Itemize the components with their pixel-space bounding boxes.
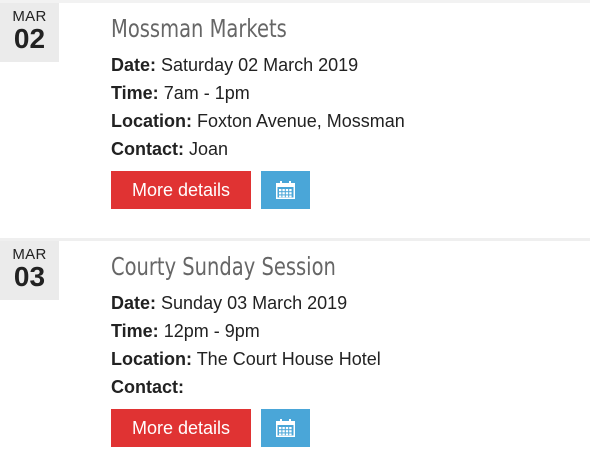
event-details: Date: Sunday 03 March 2019 Time: 12pm - … — [111, 289, 381, 401]
event-time-row: Time: 7am - 1pm — [111, 79, 405, 107]
calendar-icon — [276, 181, 295, 199]
event-item: MAR 03 Courty Sunday Session Date: Sunda… — [0, 238, 590, 472]
event-location-row: Location: The Court House Hotel — [111, 345, 381, 373]
event-contact-row: Contact: Joan — [111, 135, 405, 163]
date-day: 03 — [13, 261, 46, 292]
event-date-row: Date: Saturday 02 March 2019 — [111, 51, 405, 79]
event-time: 12pm - 9pm — [163, 321, 260, 341]
more-details-button[interactable]: More details — [111, 409, 251, 447]
more-details-button[interactable]: More details — [111, 171, 251, 209]
event-contact-row: Contact: — [111, 373, 381, 401]
location-label: Location: — [111, 111, 192, 131]
date-badge: MAR 03 — [0, 241, 59, 300]
time-label: Time: — [111, 83, 159, 103]
divider — [0, 0, 590, 3]
event-location: The Court House Hotel — [196, 349, 381, 369]
event-title[interactable]: Mossman Markets — [111, 11, 287, 47]
add-to-calendar-button[interactable] — [261, 171, 310, 209]
date-day: 02 — [13, 23, 46, 54]
event-date-row: Date: Sunday 03 March 2019 — [111, 289, 381, 317]
contact-label: Contact: — [111, 377, 184, 397]
event-time: 7am - 1pm — [163, 83, 250, 103]
event-title[interactable]: Courty Sunday Session — [111, 249, 336, 285]
time-label: Time: — [111, 321, 159, 341]
event-item: MAR 02 Mossman Markets Date: Saturday 02… — [0, 0, 590, 230]
event-date: Saturday 02 March 2019 — [161, 55, 359, 75]
date-label: Date: — [111, 293, 157, 313]
event-details: Date: Saturday 02 March 2019 Time: 7am -… — [111, 51, 405, 163]
event-date: Sunday 03 March 2019 — [161, 293, 348, 313]
contact-label: Contact: — [111, 139, 184, 159]
location-label: Location: — [111, 349, 192, 369]
date-badge: MAR 02 — [0, 3, 59, 62]
divider — [0, 238, 590, 241]
event-location-row: Location: Foxton Avenue, Mossman — [111, 107, 405, 135]
add-to-calendar-button[interactable] — [261, 409, 310, 447]
event-contact: Joan — [189, 139, 229, 159]
date-label: Date: — [111, 55, 157, 75]
calendar-icon — [276, 419, 295, 437]
event-time-row: Time: 12pm - 9pm — [111, 317, 381, 345]
event-location: Foxton Avenue, Mossman — [197, 111, 405, 131]
